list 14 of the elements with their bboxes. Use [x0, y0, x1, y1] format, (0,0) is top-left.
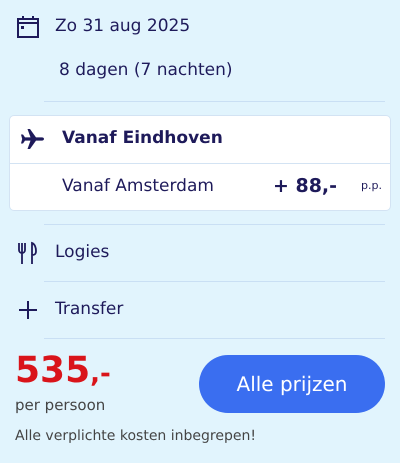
included-costs-note: Alle verplichte kosten inbegrepen! [15, 427, 257, 446]
airplane-icon [20, 126, 46, 152]
feature-label: Transfer [55, 298, 124, 321]
unit-text: p.p. [361, 178, 382, 194]
calendar-icon [15, 14, 41, 40]
duration-text: 8 dagen (7 nachten) [58, 59, 234, 82]
surcharge-text: + 88,- [272, 174, 338, 200]
departure-option[interactable]: Vanaf Amsterdam + 88,- p.p. [10, 162, 390, 210]
all-prices-button[interactable]: Alle prijzen [199, 355, 385, 414]
price-text: 535,- [15, 352, 111, 392]
departure-option[interactable]: Vanaf Eindhoven [10, 116, 390, 162]
feature-label: Logies [55, 240, 110, 264]
per-person-text: per persoon [15, 394, 106, 416]
date-text: Zo 31 aug 2025 [55, 15, 190, 38]
